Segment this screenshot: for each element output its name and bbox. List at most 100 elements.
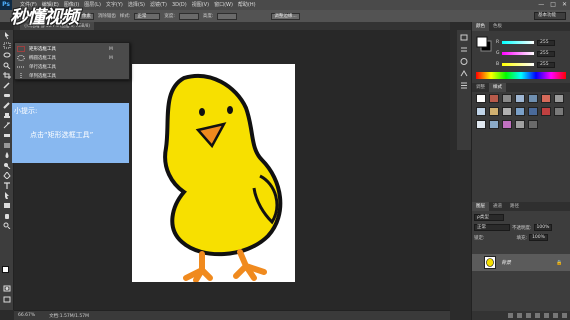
style-swatch[interactable]: [541, 94, 551, 103]
flyout-item-single-column-marquee[interactable]: 单列选框工具: [17, 72, 129, 80]
info-panel-icon[interactable]: [460, 58, 468, 65]
menu-window[interactable]: 窗口(W): [214, 0, 233, 10]
tab-adjustments[interactable]: 调整: [472, 83, 489, 92]
menu-type[interactable]: 文字(Y): [106, 0, 123, 10]
style-swatch[interactable]: [502, 107, 512, 116]
gradient-tool-icon[interactable]: [3, 142, 11, 149]
history-panel-icon[interactable]: [460, 34, 468, 41]
blue-gradient[interactable]: [502, 63, 534, 66]
style-swatch[interactable]: [528, 107, 538, 116]
width-input[interactable]: [178, 12, 199, 20]
flyout-item-single-row-marquee[interactable]: 单行选框工具: [17, 63, 129, 71]
link-layers-icon[interactable]: [508, 313, 513, 318]
flyout-item-elliptical-marquee[interactable]: 椭圆选框工具 M: [17, 54, 129, 62]
rectangular-marquee-tool-icon[interactable]: [3, 42, 11, 49]
fill-input[interactable]: 100%: [529, 234, 548, 241]
blur-tool-icon[interactable]: [3, 152, 11, 159]
antialias-checkbox[interactable]: 消除锯齿: [98, 13, 116, 19]
pen-tool-icon[interactable]: [3, 172, 11, 179]
delete-layer-icon[interactable]: [562, 313, 567, 318]
height-input[interactable]: [217, 12, 238, 20]
style-swatch[interactable]: [476, 94, 486, 103]
style-swatch[interactable]: [515, 120, 525, 129]
flyout-item-rectangular-marquee[interactable]: 矩形选框工具 M: [17, 45, 129, 53]
red-slider[interactable]: R 255: [496, 39, 568, 46]
character-panel-icon[interactable]: [460, 70, 468, 77]
clone-stamp-tool-icon[interactable]: [3, 112, 11, 119]
menu-view[interactable]: 视图(V): [192, 0, 209, 10]
style-swatch[interactable]: [489, 107, 499, 116]
add-style-icon[interactable]: [517, 313, 522, 318]
path-selection-tool-icon[interactable]: [3, 192, 11, 199]
layer-row[interactable]: 背景 🔒: [472, 254, 570, 271]
maximize-button[interactable]: □: [550, 1, 556, 8]
style-swatch[interactable]: [502, 94, 512, 103]
style-swatch[interactable]: [528, 94, 538, 103]
workspace-select[interactable]: 基本功能: [534, 12, 566, 20]
menu-help[interactable]: 帮助(H): [238, 0, 256, 10]
tab-channels[interactable]: 通道: [489, 202, 506, 211]
red-gradient[interactable]: [502, 41, 534, 44]
style-swatch[interactable]: [528, 120, 538, 129]
tab-layers[interactable]: 图层: [472, 202, 489, 211]
document-canvas[interactable]: [132, 64, 295, 283]
blue-value[interactable]: 255: [537, 61, 555, 68]
style-swatch[interactable]: [476, 120, 486, 129]
brush-tool-icon[interactable]: [3, 102, 11, 109]
dodge-tool-icon[interactable]: [3, 162, 11, 169]
opacity-input[interactable]: 100%: [533, 224, 553, 231]
move-tool-icon[interactable]: [3, 32, 11, 39]
menu-layer[interactable]: 图层(L): [84, 0, 101, 10]
style-swatch[interactable]: [489, 120, 499, 129]
green-value[interactable]: 255: [537, 50, 555, 57]
green-slider[interactable]: G 255: [496, 50, 568, 57]
eraser-tool-icon[interactable]: [3, 132, 11, 139]
quick-selection-tool-icon[interactable]: [3, 62, 11, 69]
layer-kind-select[interactable]: ρ类型: [474, 214, 504, 221]
style-select[interactable]: 正常: [134, 12, 161, 20]
style-swatch[interactable]: [515, 107, 525, 116]
zoom-level[interactable]: 66.67%: [18, 313, 35, 318]
new-adjustment-icon[interactable]: [535, 313, 540, 318]
new-group-icon[interactable]: [544, 313, 549, 318]
style-swatch[interactable]: [502, 120, 512, 129]
crop-tool-icon[interactable]: [3, 72, 11, 79]
hand-tool-icon[interactable]: [3, 212, 11, 219]
style-swatch[interactable]: [554, 94, 564, 103]
close-button[interactable]: ✕: [562, 1, 567, 8]
zoom-tool-icon[interactable]: [3, 222, 11, 229]
style-swatch[interactable]: [554, 107, 564, 116]
style-swatch[interactable]: [541, 107, 551, 116]
style-swatch[interactable]: [489, 94, 499, 103]
style-swatch[interactable]: [515, 94, 525, 103]
quick-mask-icon[interactable]: [3, 285, 11, 292]
history-brush-tool-icon[interactable]: [3, 122, 11, 129]
tab-styles[interactable]: 样式: [489, 83, 506, 92]
type-tool-icon[interactable]: [3, 182, 11, 189]
red-value[interactable]: 255: [537, 39, 555, 46]
eyedropper-tool-icon[interactable]: [3, 82, 11, 89]
tab-paths[interactable]: 路径: [506, 202, 523, 211]
layer-name[interactable]: 背景: [501, 259, 556, 266]
green-gradient[interactable]: [502, 52, 534, 55]
healing-brush-tool-icon[interactable]: [3, 92, 11, 99]
menu-3d[interactable]: 3D(D): [172, 0, 187, 10]
new-layer-icon[interactable]: [553, 313, 558, 318]
lasso-tool-icon[interactable]: [3, 52, 11, 59]
foreground-color-swatch[interactable]: [2, 266, 9, 273]
tab-color[interactable]: 颜色: [472, 22, 489, 31]
blend-mode-select[interactable]: 正常: [474, 224, 510, 231]
minimize-button[interactable]: —: [538, 1, 544, 8]
paragraph-panel-icon[interactable]: [460, 82, 468, 89]
style-swatch[interactable]: [476, 107, 486, 116]
foreground-background-icon[interactable]: [476, 36, 492, 52]
properties-panel-icon[interactable]: [460, 46, 468, 53]
color-spectrum[interactable]: [476, 72, 566, 79]
rectangle-tool-icon[interactable]: [3, 202, 11, 209]
menu-filter[interactable]: 滤镜(T): [150, 0, 167, 10]
refine-edge-button[interactable]: 调整边缘...: [271, 12, 300, 20]
tab-swatches[interactable]: 色板: [489, 22, 506, 31]
add-mask-icon[interactable]: [526, 313, 531, 318]
screen-mode-icon[interactable]: [3, 296, 11, 303]
blue-slider[interactable]: B 255: [496, 61, 568, 68]
